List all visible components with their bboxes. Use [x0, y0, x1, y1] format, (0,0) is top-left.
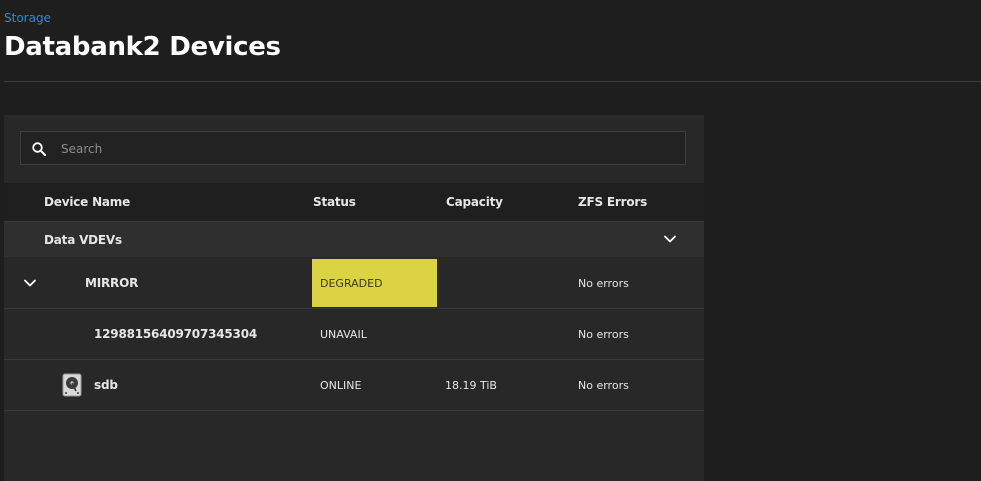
status-text: ONLINE — [320, 379, 362, 392]
search-box[interactable] — [20, 131, 686, 166]
capacity: 18.19 TiB — [445, 379, 497, 392]
table-row-unavail[interactable]: 12988156409707345304 UNAVAIL No errors — [4, 309, 704, 360]
chevron-down-icon[interactable] — [662, 231, 678, 247]
breadcrumb-storage[interactable]: Storage — [4, 11, 51, 25]
devices-panel: Device Name Status Capacity ZFS Errors D… — [4, 115, 704, 481]
column-status[interactable]: Status — [313, 195, 356, 209]
column-device-name[interactable]: Device Name — [44, 195, 130, 209]
status-text: DEGRADED — [320, 277, 383, 290]
device-name: sdb — [94, 378, 118, 392]
device-name: MIRROR — [85, 276, 139, 290]
zfs-errors: No errors — [578, 277, 629, 290]
device-name: 12988156409707345304 — [94, 327, 257, 341]
group-row-data-vdevs[interactable]: Data VDEVs — [4, 222, 704, 257]
search-input[interactable] — [59, 132, 663, 166]
header-divider — [4, 81, 981, 82]
hard-disk-icon — [62, 373, 82, 397]
column-zfs-errors[interactable]: ZFS Errors — [578, 195, 647, 209]
status-badge: DEGRADED — [312, 259, 437, 307]
chevron-down-icon[interactable] — [22, 275, 38, 291]
page: Storage Databank2 Devices Device Name St… — [0, 0, 981, 481]
zfs-errors: No errors — [578, 328, 629, 341]
table-row-sdb[interactable]: sdb ONLINE 18.19 TiB No errors — [4, 360, 704, 411]
column-capacity[interactable]: Capacity — [446, 195, 503, 209]
group-label: Data VDEVs — [44, 233, 122, 247]
search-icon — [32, 142, 46, 156]
page-title: Databank2 Devices — [4, 32, 281, 62]
zfs-errors: No errors — [578, 379, 629, 392]
table-row-mirror[interactable]: MIRROR DEGRADED No errors — [4, 258, 704, 309]
table-header: Device Name Status Capacity ZFS Errors — [4, 183, 704, 222]
status-text: UNAVAIL — [320, 328, 367, 341]
